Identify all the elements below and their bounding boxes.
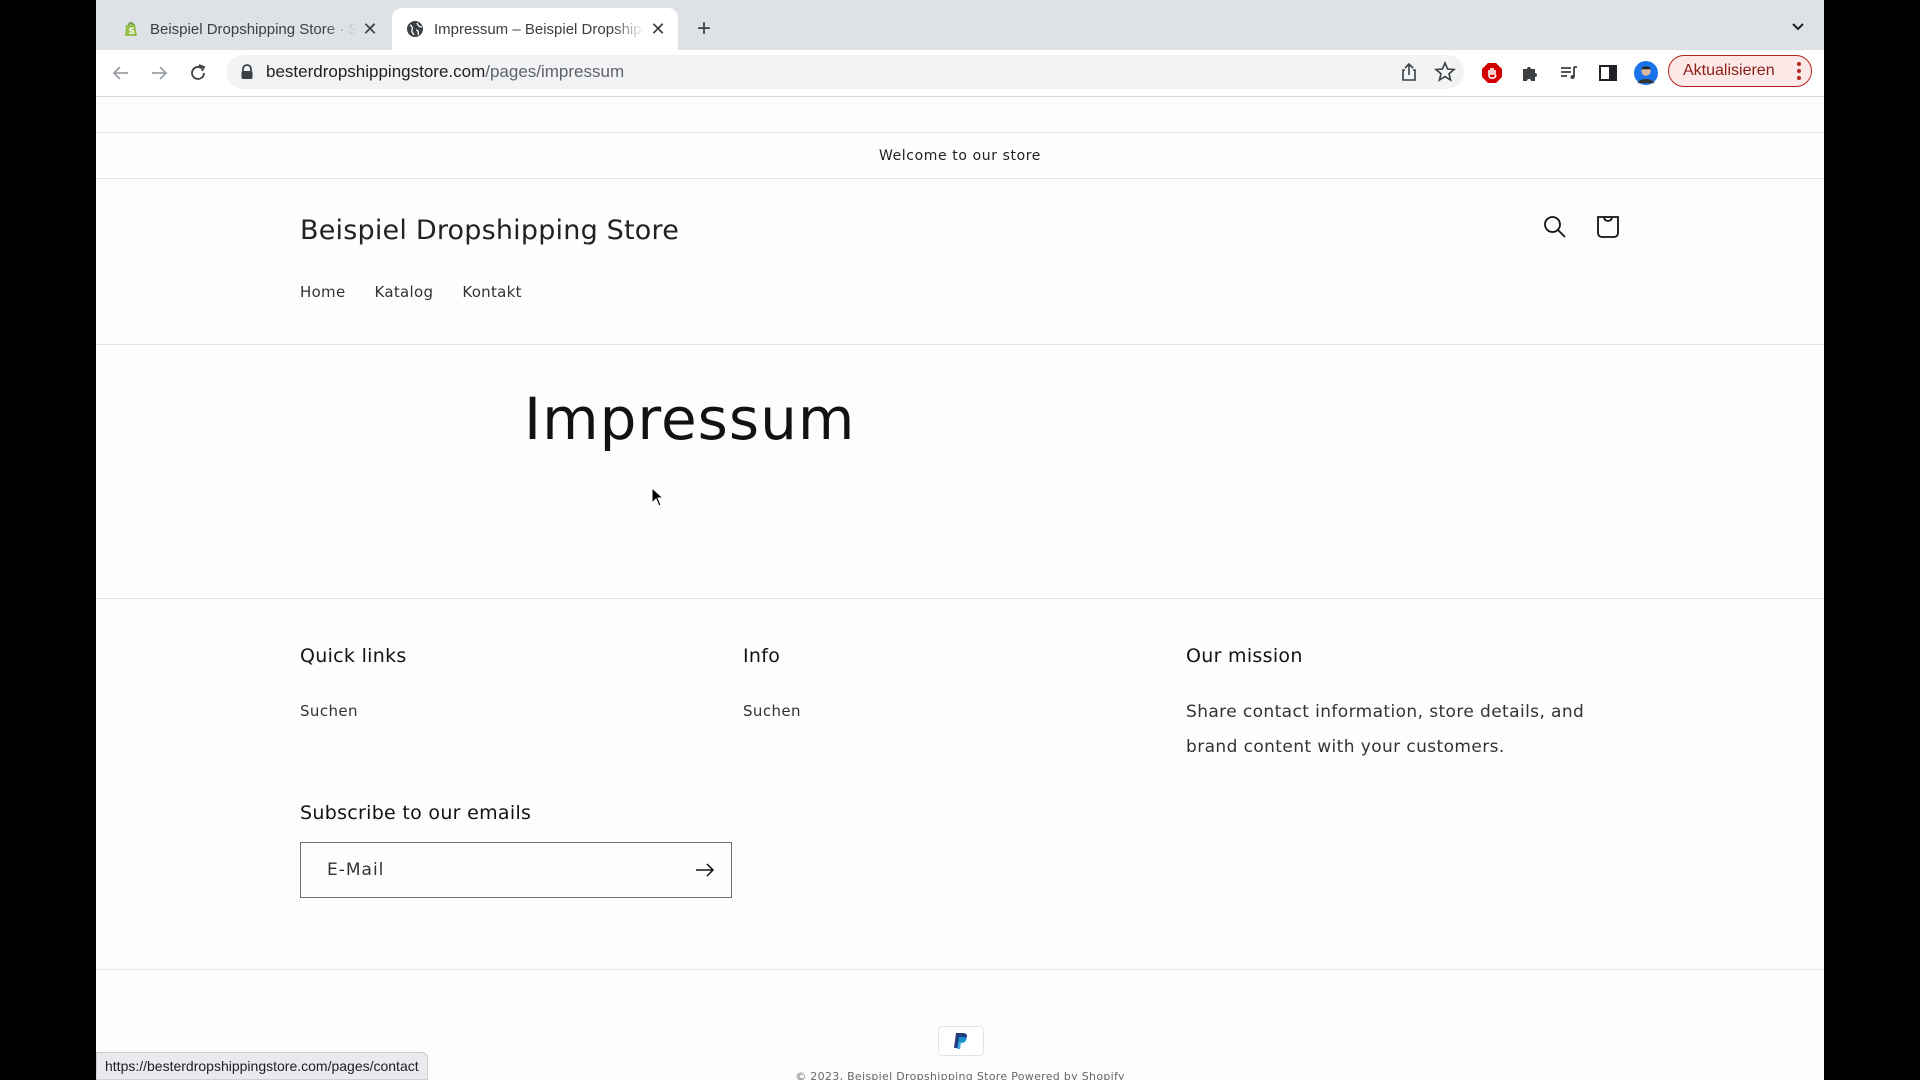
paypal-icon (938, 1026, 984, 1056)
url-domain: besterdropshippingstore.com (266, 62, 486, 81)
page-title: Impressum (524, 385, 856, 453)
arrow-right-icon[interactable] (695, 861, 715, 879)
announcement-bar: Welcome to our store (96, 132, 1824, 179)
main-nav: Home Katalog Kontakt (300, 283, 522, 301)
close-tab-icon[interactable]: ✕ (644, 19, 672, 40)
globe-icon (407, 21, 423, 37)
chevron-down-icon[interactable] (1788, 16, 1808, 36)
footer-link-suchen[interactable]: Suchen (300, 702, 407, 720)
arrow-right-icon (152, 66, 168, 80)
update-chrome-button[interactable]: Aktualisieren (1668, 55, 1812, 87)
subscribe-heading: Subscribe to our emails (300, 802, 532, 824)
svg-text:S: S (129, 27, 135, 37)
address-bar[interactable]: besterdropshippingstore.com/pages/impres… (226, 55, 1464, 89)
store-logo[interactable]: Beispiel Dropshipping Store (300, 215, 679, 246)
more-menu-icon[interactable] (1797, 62, 1801, 80)
footer-info: Info Suchen (743, 645, 801, 720)
tab-shopify-admin[interactable]: S Beispiel Dropshipping Store · Shopify … (108, 8, 390, 50)
lock-icon (241, 64, 253, 79)
back-button[interactable] (108, 60, 134, 86)
footer: Quick links Suchen Info Suchen Our missi… (96, 599, 1824, 970)
new-tab-button[interactable]: + (690, 14, 718, 44)
shopping-bag-icon (1597, 216, 1619, 238)
media-queue-icon[interactable] (1557, 61, 1581, 85)
reload-button[interactable] (185, 60, 211, 86)
link-status-bar: https://besterdropshippingstore.com/page… (96, 1052, 428, 1080)
arrow-left-icon (112, 66, 128, 80)
forward-button[interactable] (146, 60, 172, 86)
side-panel-icon[interactable] (1596, 61, 1620, 85)
store-header: Beispiel Dropshipping Store Home Katalog… (96, 179, 1824, 345)
newsletter-section: Subscribe to our emails (300, 802, 732, 898)
tab-title: Beispiel Dropshipping Store · Shopify (150, 20, 356, 38)
update-label: Aktualisieren (1683, 62, 1775, 79)
bookmark-star-icon[interactable] (1434, 61, 1456, 83)
url-path: /pages/impressum (485, 62, 625, 81)
mission-text: Share contact information, store details… (1186, 702, 1585, 757)
browser-toolbar: besterdropshippingstore.com/pages/impres… (96, 50, 1824, 97)
adblock-extension-icon[interactable] (1480, 61, 1504, 85)
tab-bar: S Beispiel Dropshipping Store · Shopify … (96, 0, 1824, 50)
share-icon[interactable] (1398, 61, 1420, 83)
url-text: besterdropshippingstore.com/pages/impres… (266, 62, 624, 82)
search-button[interactable] (1539, 211, 1571, 243)
nav-katalog[interactable]: Katalog (375, 283, 434, 301)
email-input[interactable] (325, 859, 669, 881)
close-tab-icon[interactable]: ✕ (356, 19, 384, 40)
store-page: Welcome to our store Beispiel Dropshippi… (96, 132, 1824, 1080)
nav-kontakt[interactable]: Kontakt (462, 283, 522, 301)
search-icon (1544, 216, 1566, 238)
footer-link-suchen[interactable]: Suchen (743, 702, 801, 720)
email-form (300, 842, 732, 898)
footer-heading: Our mission (1186, 645, 1303, 667)
main-content: Impressum (96, 345, 1824, 599)
footer-quick-links: Quick links Suchen (300, 645, 407, 720)
tab-title: Impressum – Beispiel Dropshipping Store (434, 20, 644, 38)
browser-window: S Beispiel Dropshipping Store · Shopify … (96, 0, 1824, 1080)
cart-button[interactable] (1592, 211, 1624, 243)
reload-icon (191, 64, 206, 80)
tab-impressum[interactable]: Impressum – Beispiel Dropshipping Store … (392, 8, 678, 50)
extensions-puzzle-icon[interactable] (1518, 61, 1542, 85)
footer-heading: Info (743, 645, 781, 667)
profile-avatar[interactable] (1634, 61, 1658, 85)
nav-home[interactable]: Home (300, 283, 346, 301)
shopify-icon: S (125, 22, 137, 37)
mouse-cursor-icon (651, 487, 665, 507)
footer-heading: Quick links (300, 645, 407, 667)
footer-mission: Our mission Share contact information, s… (1186, 645, 1606, 765)
